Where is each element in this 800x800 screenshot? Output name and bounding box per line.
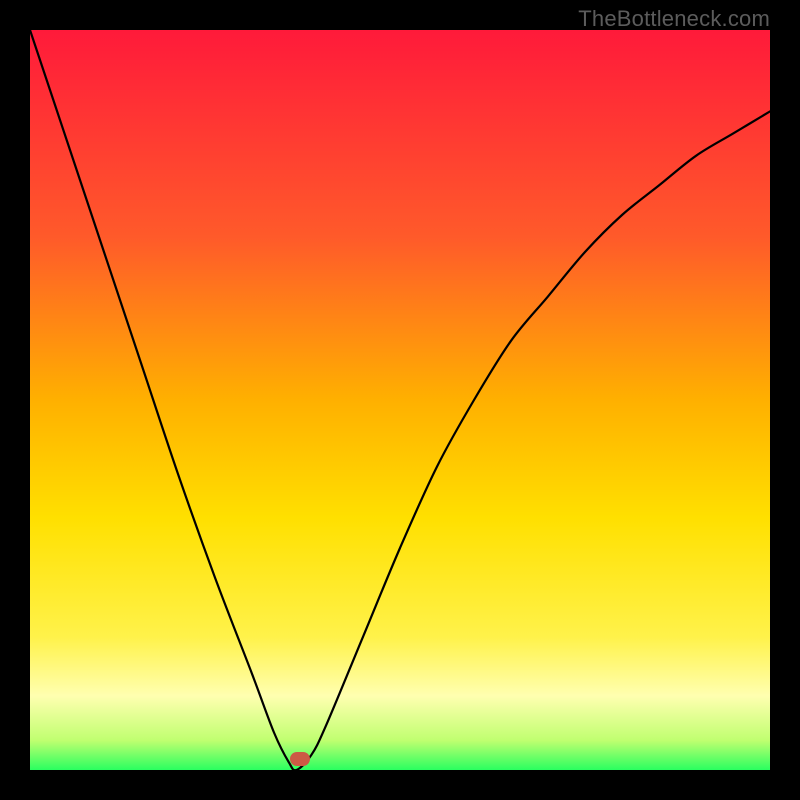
bottleneck-curve [30, 30, 770, 770]
curve-svg [30, 30, 770, 770]
optimal-point-marker [290, 752, 310, 766]
plot-area [30, 30, 770, 770]
attribution-label: TheBottleneck.com [578, 6, 770, 32]
chart-frame: TheBottleneck.com [0, 0, 800, 800]
